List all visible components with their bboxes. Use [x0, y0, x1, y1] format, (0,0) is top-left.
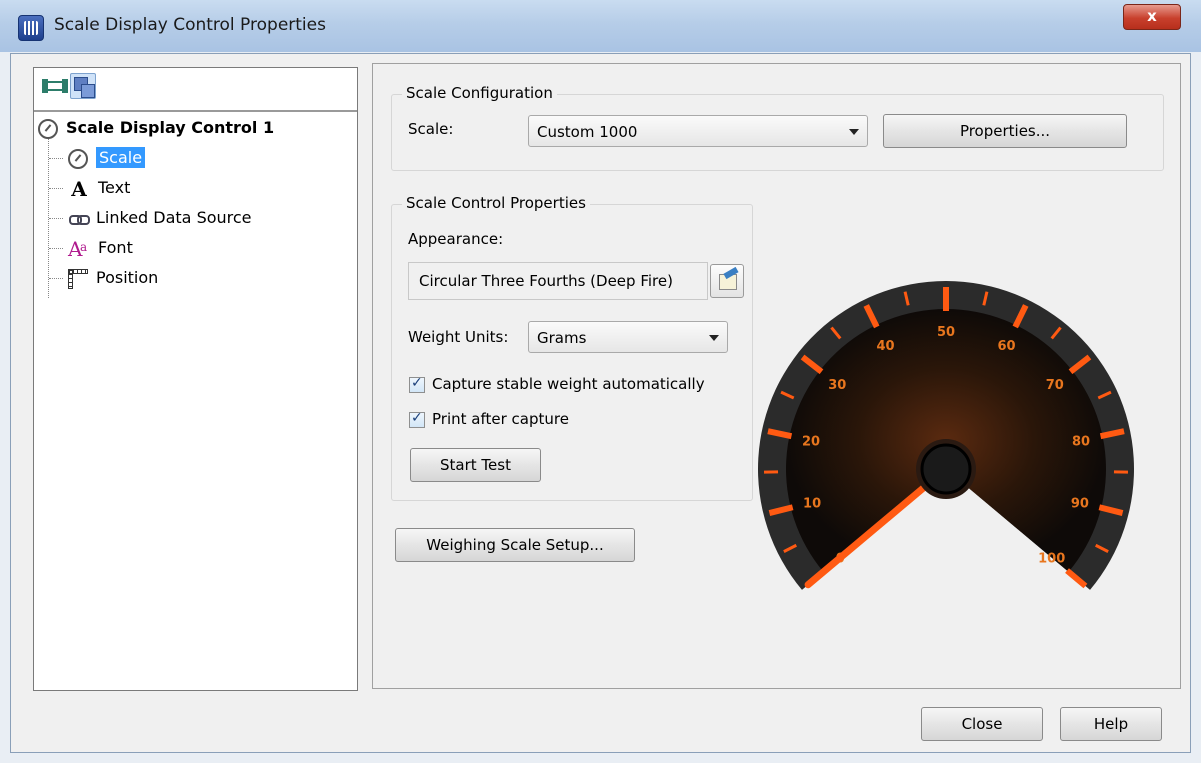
window-close-button[interactable]: x — [1123, 4, 1181, 30]
tree-root-item[interactable]: Scale Display Control 1 — [38, 118, 274, 142]
chevron-down-icon — [709, 335, 719, 341]
tree-item-scale[interactable]: Scale — [68, 147, 146, 172]
weight-units-label: Weight Units: — [408, 328, 509, 346]
capture-stable-weight-checkbox[interactable] — [409, 375, 425, 393]
scale-dropdown-value: Custom 1000 — [537, 123, 638, 141]
tree-item-font[interactable]: Aa Font — [68, 238, 133, 262]
scale-configuration-group: Scale Configuration Scale: Custom 1000 P… — [391, 84, 1164, 171]
gauge-tick-label: 90 — [1071, 496, 1089, 511]
navigation-pane: Scale Display Control 1 Scale A Text Link… — [33, 67, 358, 691]
layers-icon — [74, 77, 95, 98]
tree-item-linked-data-source[interactable]: Linked Data Source — [68, 208, 252, 232]
gauge-icon — [38, 118, 58, 139]
properties-button[interactable]: Properties... — [883, 114, 1127, 148]
weight-units-value: Grams — [537, 329, 587, 347]
text-A-icon: A — [71, 176, 87, 201]
gauge-tick-label: 40 — [876, 339, 894, 354]
gauge-tick-label: 30 — [828, 378, 846, 393]
properties-pane: Scale Configuration Scale: Custom 1000 P… — [372, 63, 1181, 689]
gauge-tick-label: 20 — [802, 434, 820, 449]
tree-toolbar — [34, 68, 357, 112]
object-nodes-icon — [42, 79, 68, 93]
close-button[interactable]: Close — [921, 707, 1043, 741]
window-title: Scale Display Control Properties — [54, 15, 326, 35]
appearance-field: Circular Three Fourths (Deep Fire) — [408, 262, 708, 300]
help-button[interactable]: Help — [1060, 707, 1162, 741]
ruler-position-icon — [68, 268, 88, 289]
scale-control-properties-group: Scale Control Properties Appearance: Cir… — [391, 194, 753, 501]
link-icon — [68, 209, 90, 229]
object-view-button[interactable] — [42, 74, 68, 100]
scale-control-properties-title: Scale Control Properties — [402, 194, 590, 212]
gauge-hub — [920, 443, 972, 495]
tree-item-text[interactable]: A Text — [68, 178, 130, 202]
gauge-tick-label: 50 — [937, 325, 955, 340]
app-grid-icon — [18, 15, 44, 41]
dialog-client-area: Scale Display Control 1 Scale A Text Link… — [10, 53, 1191, 753]
tree-item-position[interactable]: Position — [68, 268, 158, 292]
scale-dropdown[interactable]: Custom 1000 — [528, 115, 868, 147]
weighing-scale-setup-button[interactable]: Weighing Scale Setup... — [395, 528, 635, 562]
print-after-capture-checkbox[interactable] — [409, 410, 425, 428]
title-bar[interactable]: Scale Display Control Properties x — [0, 0, 1201, 52]
gauge-icon — [68, 148, 88, 169]
start-test-button[interactable]: Start Test — [410, 448, 541, 482]
print-after-capture-label[interactable]: Print after capture — [432, 410, 569, 428]
capture-stable-weight-label[interactable]: Capture stable weight automatically — [432, 375, 705, 393]
scale-gauge-preview: 0102030405060708090100 — [756, 279, 1136, 599]
gauge-svg: 0102030405060708090100 — [758, 280, 1134, 590]
chevron-down-icon — [849, 129, 859, 135]
gauge-tick-label: 80 — [1072, 434, 1090, 449]
layers-view-button[interactable] — [70, 73, 96, 99]
gauge-tick-label: 100 — [1038, 552, 1065, 567]
dialog-window: Scale Display Control Properties x Scale… — [0, 0, 1201, 763]
appearance-value: Circular Three Fourths (Deep Fire) — [419, 272, 673, 290]
scale-label: Scale: — [408, 120, 454, 138]
weight-units-dropdown[interactable]: Grams — [528, 321, 728, 353]
scale-configuration-title: Scale Configuration — [402, 84, 557, 102]
appearance-label: Appearance: — [408, 230, 504, 248]
gauge-tick-label: 60 — [997, 339, 1015, 354]
font-icon: Aa — [68, 236, 88, 261]
gauge-tick-label: 70 — [1046, 378, 1064, 393]
appearance-browse-button[interactable] — [710, 264, 744, 298]
gauge-tick-label: 10 — [803, 496, 821, 511]
